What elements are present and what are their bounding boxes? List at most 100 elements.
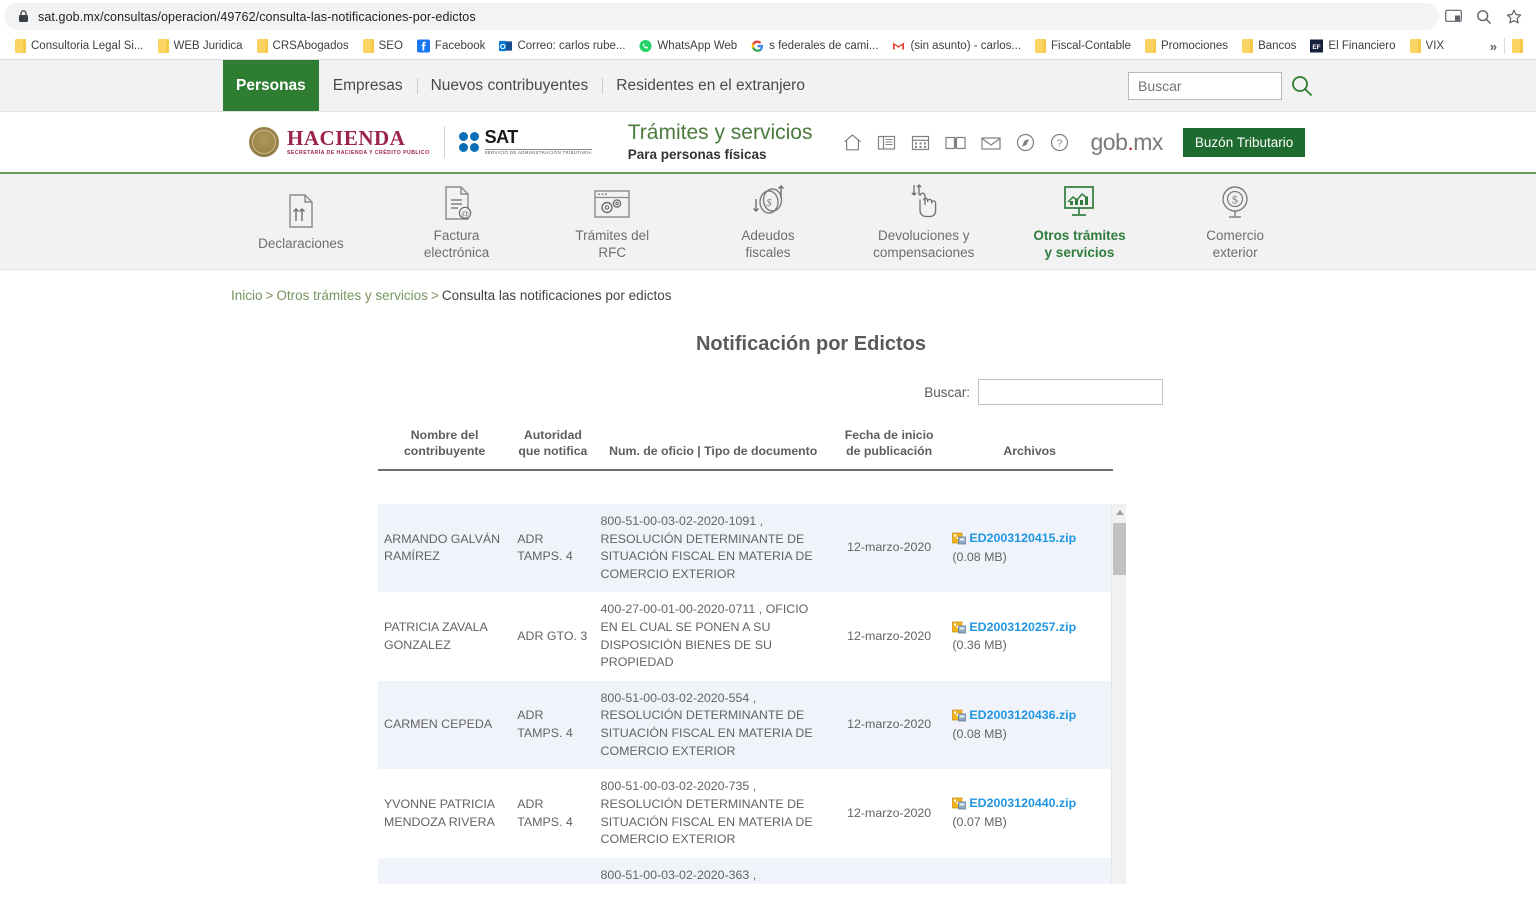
services-icon-bar: Declaraciones @ Factura electrónica Trám… (0, 174, 1536, 270)
edicts-table-wrapper: Nombre del contribuyente Autoridad que n… (223, 428, 1313, 884)
th-autoridad-notifica[interactable]: Autoridad que notifica (511, 428, 594, 470)
table-row: YVONNE PATRICIA MENDOZA RIVERA ADR TAMPS.… (378, 769, 1113, 857)
nav-devoluciones-compensaciones[interactable]: Devoluciones y compensaciones (846, 174, 1002, 269)
sat-logo[interactable]: SAT SERVICIO DE ADMINISTRACIÓN TRIBUTARI… (458, 127, 592, 155)
svg-text:@: @ (461, 210, 469, 219)
bookmark-item[interactable] (1505, 37, 1530, 55)
home-icon[interactable] (842, 132, 863, 153)
bookmark-item[interactable]: WEB Juridica (151, 37, 250, 55)
nav-factura-electronica[interactable]: @ Factura electrónica (379, 174, 535, 269)
book-icon[interactable] (944, 132, 967, 153)
nav-adeudos-fiscales[interactable]: $ Adeudos fiscales (690, 174, 846, 269)
folder-icon (157, 39, 169, 53)
file-download-link[interactable]: ED2003120257.zip (952, 619, 1107, 637)
site-search-input[interactable] (1128, 71, 1282, 100)
foreign-trade-icon: $ (1215, 182, 1255, 222)
bookmarks-bar: Consultoria Legal Si... WEB Juridica CRSAb… (0, 33, 1536, 60)
outlook-icon: O (499, 40, 513, 52)
file-name-label: ED2003120440.zip (969, 796, 1077, 811)
nav-declaraciones[interactable]: Declaraciones (223, 174, 379, 269)
th-num-oficio-tipo-documento[interactable]: Num. de oficio | Tipo de documento (595, 428, 832, 470)
scroll-up-arrow-icon[interactable] (1112, 504, 1126, 521)
compass-icon[interactable] (1015, 132, 1036, 153)
section-heading: Trámites y servicios Para personas físic… (628, 121, 813, 163)
tab-residentes-extranjero-label: Residentes en el extranjero (616, 76, 805, 94)
bookmark-label: VIX (1425, 40, 1445, 52)
breadcrumb: Inicio > Otros trámites y servicios > Consul… (223, 270, 1313, 303)
bookmark-label: SEO (378, 40, 403, 52)
bookmark-item[interactable]: s federales de cami... (744, 37, 885, 55)
help-icon[interactable]: ? (1049, 132, 1070, 153)
elfinanciero-icon: EF (1310, 39, 1324, 53)
tab-empresas[interactable]: Empresas (319, 60, 417, 111)
breadcrumb-item-otros-tramites[interactable]: Otros trámites y servicios (276, 288, 428, 303)
mail-icon[interactable] (980, 132, 1002, 153)
sat-title: SAT (484, 127, 519, 148)
bookmarks-overflow-button[interactable]: » (1486, 39, 1504, 54)
file-download-link[interactable]: ED2003120415.zip (952, 530, 1107, 548)
bookmark-label: WhatsApp Web (657, 40, 738, 52)
search-icon[interactable] (1476, 9, 1492, 25)
url-text: sat.gob.mx/consultas/operacion/49762/con… (38, 9, 476, 24)
bookmark-item[interactable]: Bancos (1235, 37, 1303, 55)
bookmark-item[interactable]: EF El Financiero (1303, 37, 1402, 55)
cell-nombre-contribuyente: PATRICIA ZAVALA GONZALEZ (384, 620, 488, 652)
zip-file-icon (952, 709, 967, 722)
tab-personas[interactable]: Personas (223, 60, 319, 111)
bookmark-item[interactable]: Fiscal-Contable (1028, 37, 1138, 55)
bookmark-item[interactable]: Promociones (1138, 37, 1235, 55)
bookmark-item[interactable]: O Correo: carlos rube... (492, 37, 632, 55)
cell-fecha-publicacion: 12-marzo-2020 (831, 503, 947, 593)
calendar-icon[interactable] (910, 132, 931, 153)
bookmark-item[interactable]: Facebook (410, 37, 493, 55)
file-download-link[interactable]: ED2003120440.zip (952, 795, 1107, 813)
th-nombre-contribuyente[interactable]: Nombre del contribuyente (378, 428, 511, 470)
gobmx-logo[interactable]: gob.mx (1090, 129, 1163, 156)
site-search (1128, 71, 1313, 100)
tab-residentes-extranjero[interactable]: Residentes en el extranjero (602, 60, 819, 111)
nav-factura-line2: electrónica (423, 244, 490, 260)
nav-tramites-rfc[interactable]: Trámites del RFC (534, 174, 690, 269)
table-vertical-scrollbar[interactable] (1111, 503, 1126, 884)
table-search-label: Buscar: (924, 384, 970, 400)
breadcrumb-item-inicio[interactable]: Inicio (231, 288, 263, 303)
debts-icon: $ (748, 182, 788, 222)
hacienda-logo[interactable]: HACIENDA SECRETARÍA DE HACIENDA Y CRÉDIT… (223, 127, 430, 157)
nav-comercio-exterior[interactable]: $ Comercio exterior (1157, 174, 1313, 269)
bookmark-label: Consultoria Legal Si... (31, 40, 144, 52)
cell-autoridad: ADR TAMPS. 4 (511, 857, 595, 884)
table-row: BLANCA M DE LA GARZAADR TAMPS. 4800-51-0… (378, 857, 1113, 884)
tab-nuevos-contribuyentes[interactable]: Nuevos contribuyentes (417, 60, 603, 111)
nav-otros-line2: y servicios (1044, 244, 1115, 260)
bookmark-item[interactable]: CRSAbogados (250, 37, 356, 55)
cast-icon[interactable] (1445, 9, 1462, 24)
other-services-icon (1059, 182, 1099, 222)
bookmark-item[interactable]: Consultoria Legal Si... (8, 37, 151, 55)
cell-fecha-publicacion: 12-marzo-2020 (847, 805, 932, 820)
address-bar[interactable]: sat.gob.mx/consultas/operacion/49762/con… (4, 3, 1439, 30)
zip-file-icon (952, 798, 967, 810)
cell-autoridad: ADR TAMPS. 4 (517, 796, 573, 829)
scrollbar-thumb[interactable] (1113, 522, 1126, 575)
bookmark-star-icon[interactable] (1506, 9, 1522, 25)
cell-archivos: ED2003120436.zip (0.08 MB) (946, 680, 1113, 770)
bookmark-item[interactable]: VIX (1403, 37, 1452, 55)
file-size-label: (0.08 MB) (952, 549, 1007, 564)
nav-otros-tramites-servicios[interactable]: Otros trámites y servicios (1002, 174, 1158, 269)
bookmark-label: Correo: carlos rube... (517, 40, 626, 52)
file-download-link[interactable]: ED2003120436.zip (952, 707, 1107, 725)
table-search-input[interactable] (978, 379, 1163, 405)
th-fecha-inicio-publicacion[interactable]: Fecha de inicio de publicación (832, 428, 947, 470)
bookmark-item[interactable]: SEO (356, 37, 410, 55)
table-row: CARMEN CEPEDA ADR TAMPS. 4 800-51-00-03-02… (378, 680, 1113, 770)
refunds-icon (903, 182, 945, 222)
bookmark-item[interactable]: (sin asunto) - carlos... (885, 37, 1028, 55)
bookmark-item[interactable]: WhatsApp Web (632, 37, 744, 55)
site-search-icon[interactable] (1291, 75, 1313, 97)
table-scroll-viewport: ARMANDO GALVÁN RAMÍREZ ADR TAMPS. 4 800-51… (378, 503, 1126, 884)
news-icon[interactable] (876, 132, 897, 153)
folder-icon (1512, 39, 1523, 53)
utility-icons: ? (842, 132, 1070, 153)
th-archivos[interactable]: Archivos (946, 428, 1113, 470)
buzon-tributario-button[interactable]: Buzón Tributario (1182, 127, 1306, 157)
